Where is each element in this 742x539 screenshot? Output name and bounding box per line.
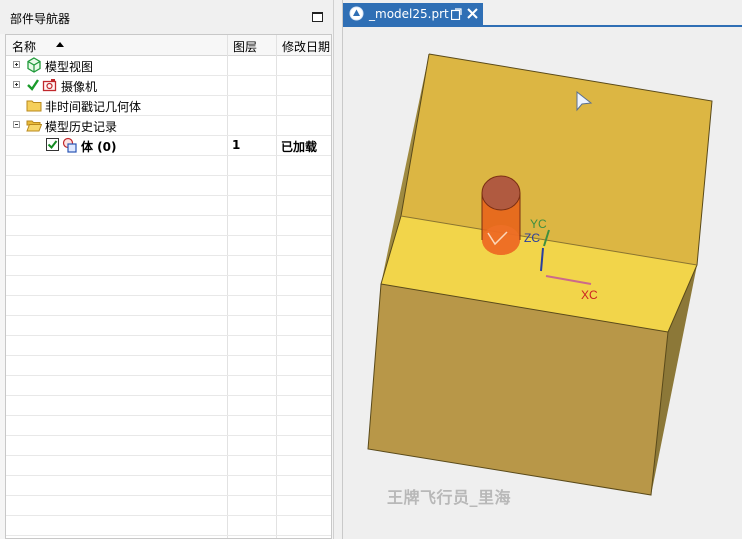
part-navigator-panel: 部件导航器 名称 图层 修改日期 模型视图 摄像机 非时间戳记几何体 模型历史记… (0, 0, 334, 539)
column-header-row: 名称 图层 修改日期 (6, 35, 331, 56)
row-gridline (6, 375, 331, 376)
row-gridline (6, 255, 331, 256)
zc-axis-label: ZC (524, 231, 540, 245)
close-icon[interactable] (467, 8, 478, 19)
pop-out-icon[interactable] (451, 8, 462, 20)
row-gridline (6, 335, 331, 336)
row-gridline (6, 175, 331, 176)
tree-row-cameras[interactable]: 摄像机 (6, 75, 331, 95)
row-gridline (6, 215, 331, 216)
model-views-icon (27, 57, 41, 73)
row-gridline (6, 475, 331, 476)
column-header-modified[interactable]: 修改日期 (282, 38, 330, 55)
folder-open-icon (26, 120, 42, 132)
expand-icon[interactable] (13, 61, 20, 68)
row-gridline (6, 535, 331, 536)
navigator-title: 部件导航器 (10, 12, 71, 26)
tab-label: _model25.prt (369, 7, 449, 21)
cylinder-feature[interactable] (481, 175, 521, 255)
row-gridline (6, 295, 331, 296)
sort-ascending-icon (56, 42, 64, 47)
row-gridline (6, 315, 331, 316)
camera-icon (42, 79, 57, 92)
row-gridline (6, 355, 331, 356)
xc-axis-label: XC (581, 288, 598, 302)
checkmark-icon (27, 79, 39, 91)
tree-row-model-views[interactable]: 模型视图 (6, 55, 331, 75)
3d-viewport[interactable]: YC ZC XC (343, 27, 742, 539)
row-gridline (6, 515, 331, 516)
watermark-text: 王牌飞行员_里海 (387, 488, 512, 507)
row-gridline (6, 235, 331, 236)
part-file-icon (349, 6, 364, 21)
yc-axis-label: YC (530, 217, 547, 231)
tree-row-model-history[interactable]: 模型历史记录 (6, 115, 331, 135)
tab-model25-prt[interactable]: _model25.prt (343, 3, 483, 25)
tree-item-label: 模型历史记录 (45, 120, 118, 134)
maximize-icon[interactable] (312, 12, 323, 22)
row-gridline (6, 435, 331, 436)
row-gridline (6, 195, 331, 196)
column-header-name[interactable]: 名称 (12, 38, 36, 55)
checkbox-icon[interactable] (46, 138, 59, 151)
tree-item-label: 模型视图 (45, 60, 94, 74)
body-feature-icon (62, 137, 77, 153)
collapse-icon[interactable] (13, 121, 20, 128)
row-gridline (6, 415, 331, 416)
row-gridline (6, 395, 331, 396)
expand-icon[interactable] (13, 81, 20, 88)
navigator-header: 部件导航器 (0, 0, 333, 34)
row-gridline (6, 455, 331, 456)
tree-row-body-feature[interactable]: 体 (0) 1 已加载 (6, 135, 331, 155)
document-tab-strip: _model25.prt (343, 0, 742, 26)
graphics-window[interactable]: _model25.prt YC ZC XC 王牌飞行员_里海 (342, 0, 742, 539)
navigator-tree[interactable]: 名称 图层 修改日期 模型视图 摄像机 非时间戳记几何体 模型历史记录 体 (0… (5, 34, 332, 539)
tree-item-label: 非时间戳记几何体 (45, 100, 142, 114)
tree-item-label: 体 (0) (81, 140, 117, 154)
row-gridline (6, 495, 331, 496)
tree-row-unused-geometry[interactable]: 非时间戳记几何体 (6, 95, 331, 115)
layer-value: 1 (232, 138, 241, 152)
row-gridline (6, 275, 331, 276)
folder-icon (26, 100, 42, 112)
modified-value: 已加载 (281, 140, 318, 154)
column-header-layer[interactable]: 图层 (233, 38, 257, 55)
row-gridline (6, 155, 331, 156)
tree-item-label: 摄像机 (61, 80, 98, 94)
